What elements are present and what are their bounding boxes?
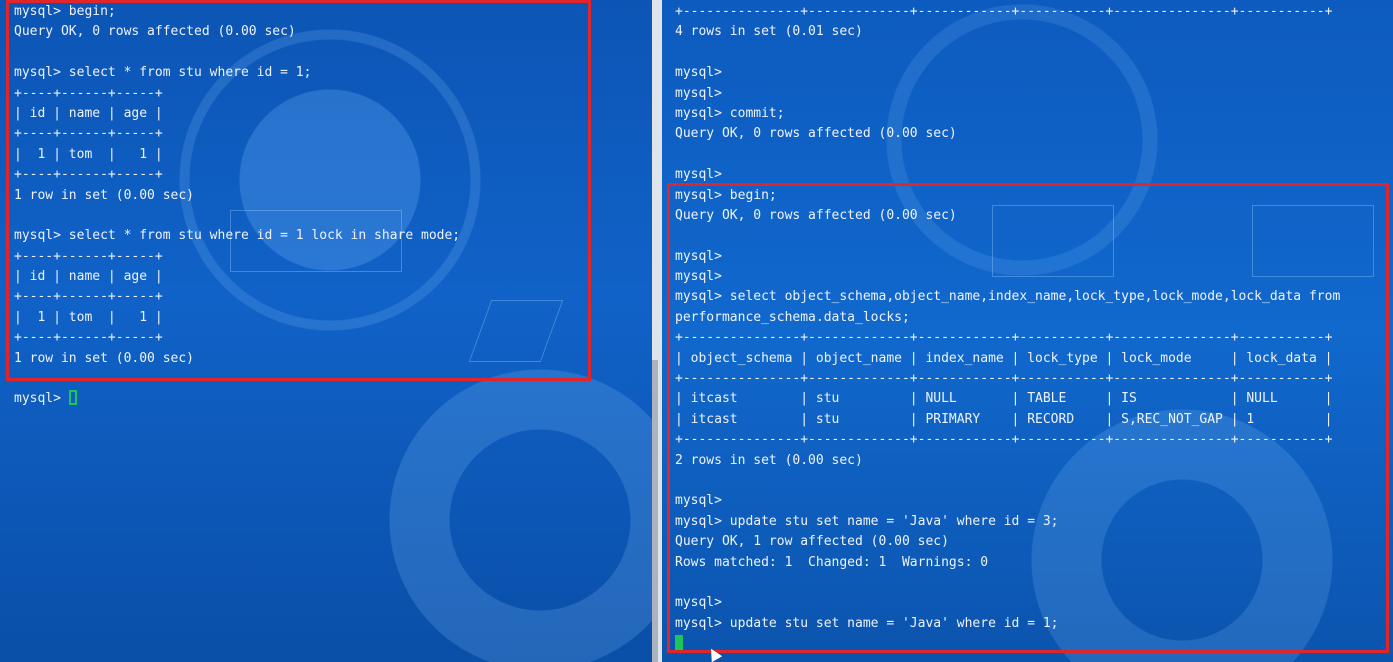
prompt-text: mysql> [14,391,69,407]
right-line: +---------------+-------------+---------… [675,4,1333,19]
right-line: Query OK, 0 rows affected (0.00 sec) [675,126,957,142]
right-line: mysql> commit; [675,105,785,121]
left-highlight-box [6,0,591,381]
text-cursor-icon [68,390,77,406]
right-highlight-box [667,183,1389,653]
right-terminal-pane[interactable]: +---------------+-------------+---------… [662,0,1393,662]
right-line: mysql> [675,65,722,81]
left-pane-scrollbar[interactable] [652,360,658,662]
right-line [675,43,1340,63]
left-terminal-pane[interactable]: mysql> begin; Query OK, 0 rows affected (… [0,0,652,662]
left-command-prompt[interactable]: mysql> [14,389,460,409]
right-line: mysql> [675,85,722,101]
right-line: 4 rows in set (0.01 sec) [675,24,863,40]
right-line [675,145,1340,165]
